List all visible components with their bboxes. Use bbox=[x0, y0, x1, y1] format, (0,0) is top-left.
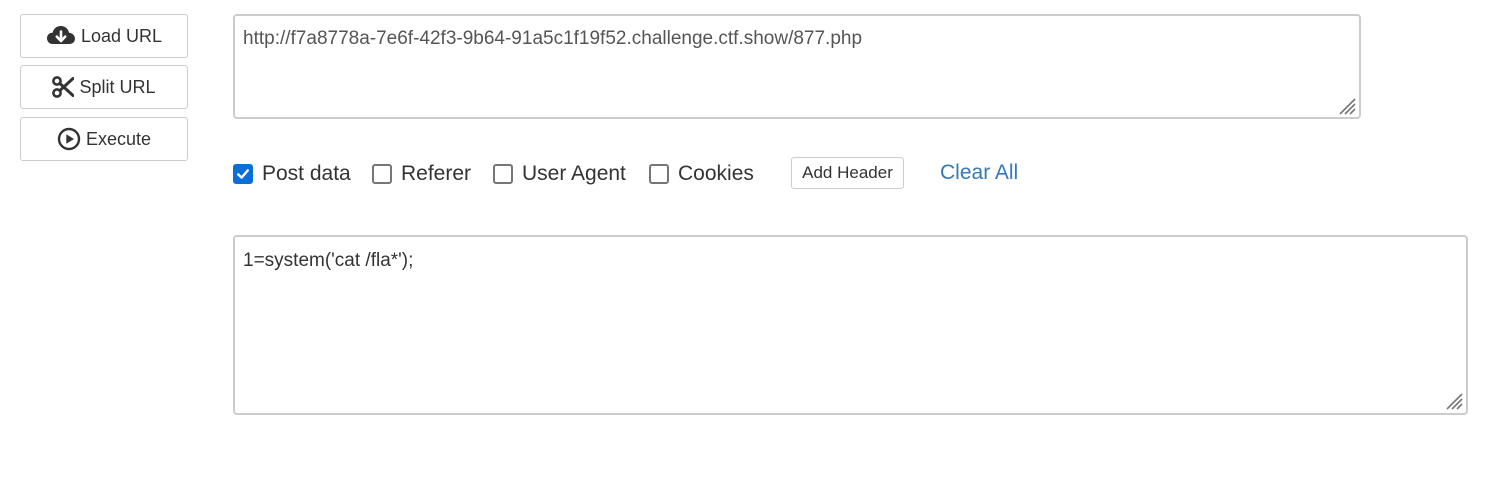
url-textarea[interactable]: http://f7a8778a-7e6f-42f3-9b64-91a5c1f19… bbox=[233, 14, 1361, 119]
split-url-label: Split URL bbox=[79, 76, 156, 97]
add-header-button[interactable]: Add Header bbox=[791, 157, 904, 189]
user-agent-label: User Agent bbox=[522, 162, 626, 185]
execute-label: Execute bbox=[85, 128, 152, 149]
scissors-icon bbox=[52, 76, 75, 98]
referer-checkbox[interactable] bbox=[372, 164, 392, 184]
referer-label: Referer bbox=[401, 162, 472, 185]
cookies-option[interactable]: Cookies bbox=[649, 161, 754, 187]
clear-all-link[interactable]: Clear All bbox=[940, 160, 1018, 186]
user-agent-checkbox[interactable] bbox=[493, 164, 513, 184]
execute-button[interactable]: Execute bbox=[20, 117, 188, 161]
split-url-button[interactable]: Split URL bbox=[20, 65, 188, 109]
user-agent-option[interactable]: User Agent bbox=[493, 161, 626, 187]
resize-grip-icon[interactable] bbox=[1443, 390, 1463, 410]
load-url-button[interactable]: Load URL bbox=[20, 14, 188, 58]
post-data-checkbox[interactable] bbox=[233, 164, 253, 184]
post-data-textarea[interactable]: 1=system('cat /fla*'); bbox=[233, 235, 1468, 415]
cloud-download-icon bbox=[46, 24, 76, 48]
resize-grip-icon[interactable] bbox=[1336, 95, 1356, 115]
checkmark-icon bbox=[237, 169, 249, 179]
post-data-option[interactable]: Post data bbox=[233, 161, 351, 187]
cookies-checkbox[interactable] bbox=[649, 164, 669, 184]
cookies-label: Cookies bbox=[678, 162, 754, 185]
post-data-label: Post data bbox=[262, 162, 351, 185]
load-url-label: Load URL bbox=[80, 25, 163, 46]
referer-option[interactable]: Referer bbox=[372, 161, 471, 187]
play-circle-icon bbox=[57, 127, 81, 151]
